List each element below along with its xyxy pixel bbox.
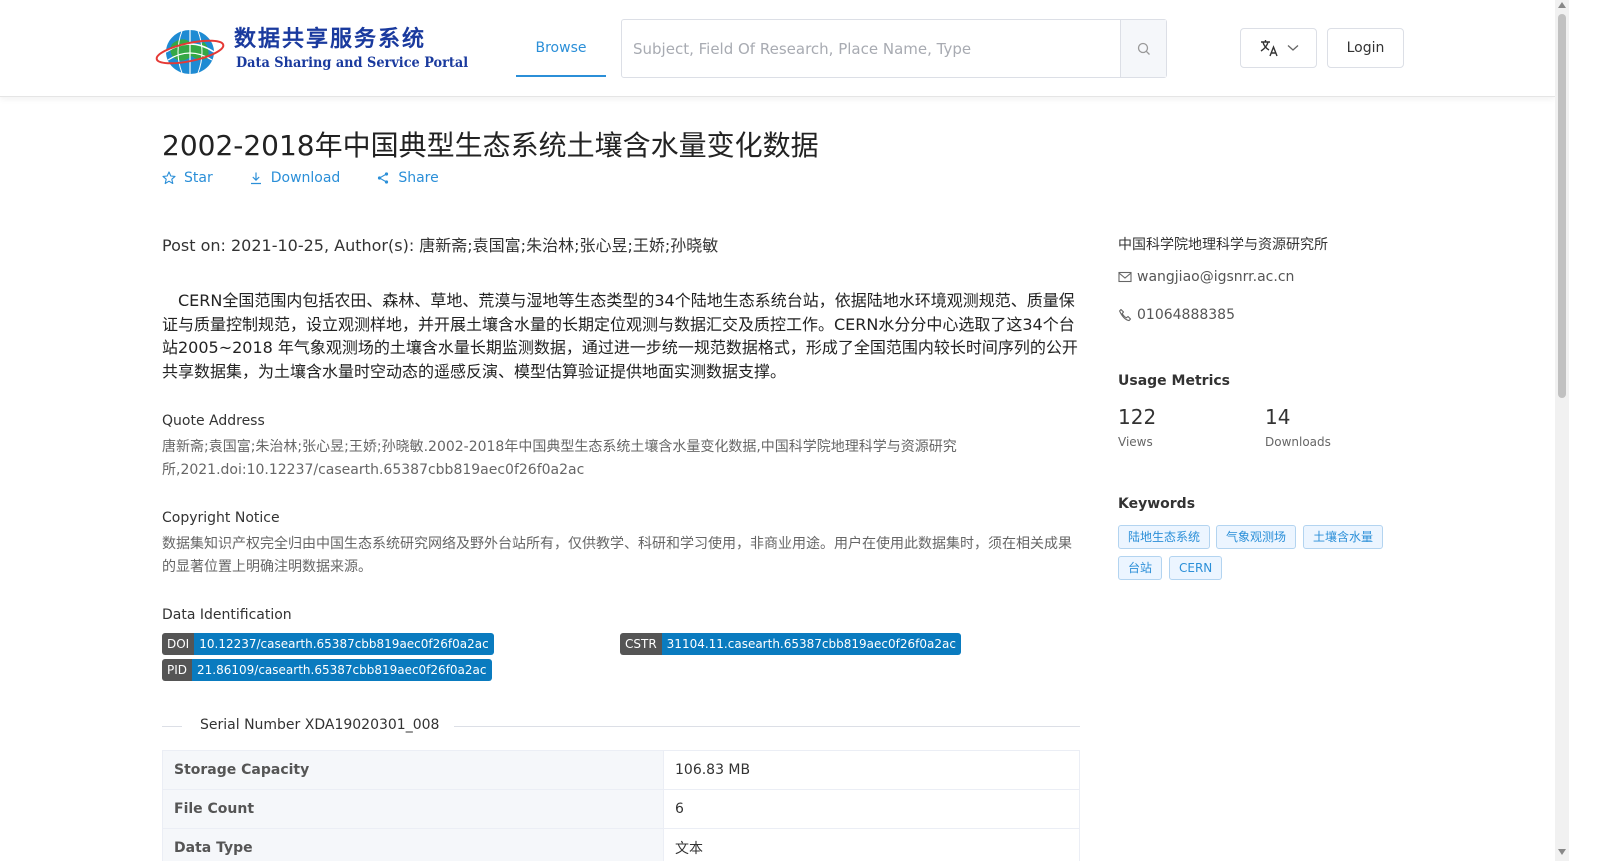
doi-key: DOI	[162, 633, 195, 655]
keyword-tag[interactable]: 陆地生态系统	[1118, 525, 1211, 549]
globe-logo-icon	[155, 30, 225, 74]
email-text: wangjiao@igsnrr.ac.cn	[1137, 269, 1295, 285]
site-logo[interactable]: 数据共享服务系统 Data Sharing and Service Portal	[152, 16, 468, 80]
table-row: Data Type 文本	[162, 828, 1080, 861]
doi-tag[interactable]: DOI 10.12237/casearth.65387cbb819aec0f26…	[162, 633, 494, 655]
downloads-label: Downloads	[1265, 435, 1331, 449]
scroll-up-arrow-icon[interactable]	[1558, 2, 1566, 8]
divider-line-left	[162, 726, 182, 727]
divider-line-right	[454, 726, 1080, 727]
share-button[interactable]: Share	[376, 170, 439, 186]
chevron-down-icon	[1287, 45, 1298, 51]
download-label: Download	[270, 170, 341, 186]
phone-icon	[1119, 308, 1132, 322]
table-row: File Count 6	[162, 789, 1080, 829]
usage-metrics-title: Usage Metrics	[1118, 373, 1230, 389]
star-label: Star	[184, 170, 213, 186]
doi-value: 10.12237/casearth.65387cbb819aec0f26f0a2…	[194, 633, 494, 655]
contact-phone: 01064888385	[1118, 307, 1235, 323]
mail-icon	[1118, 271, 1132, 283]
quote-text: 唐新斋;袁国富;朱治林;张心昱;王娇;孙晓敏.2002-2018年中国典型生态系…	[162, 439, 957, 478]
download-icon	[250, 172, 261, 185]
post-info: Post on: 2021-10-25, Author(s): 唐新斋;袁国富;…	[162, 236, 719, 255]
search-bar	[621, 19, 1167, 78]
nav-browse-tab[interactable]: Browse	[516, 20, 606, 77]
identifier-tags: DOI 10.12237/casearth.65387cbb819aec0f26…	[162, 633, 1080, 689]
star-button[interactable]: Star	[162, 170, 213, 186]
cstr-value: 31104.11.casearth.65387cbb819aec0f26f0a2…	[661, 633, 961, 655]
downloads-metric: 14 Downloads	[1265, 405, 1331, 449]
keyword-tag[interactable]: 台站	[1118, 556, 1163, 580]
table-key-cell: Data Type	[162, 828, 664, 861]
login-button[interactable]: Login	[1327, 28, 1404, 68]
quote-section: Quote Address 唐新斋;袁国富;朱治林;张心昱;王娇;孙晓敏.200…	[162, 413, 962, 482]
copyright-text: 数据集知识产权完全归由中国生态系统研究网络及野外台站所有，仅供教学、科研和学习使…	[162, 536, 1072, 575]
scrollbar-thumb[interactable]	[1558, 14, 1566, 398]
views-metric: 122 Views	[1118, 405, 1156, 449]
logo-english-title: Data Sharing and Service Portal	[236, 55, 469, 71]
table-key-cell: File Count	[162, 789, 664, 829]
scroll-down-arrow-icon[interactable]	[1558, 849, 1566, 855]
identification-section: Data Identification DOI 10.12237/caseart…	[162, 607, 1080, 689]
identification-title: Data Identification	[162, 607, 292, 623]
quote-title: Quote Address	[162, 413, 265, 429]
keywords-title: Keywords	[1118, 496, 1196, 512]
organization-name: 中国科学院地理科学与资源研究所	[1118, 237, 1328, 253]
language-switcher[interactable]	[1240, 28, 1317, 68]
downloads-count: 14	[1265, 405, 1291, 429]
views-label: Views	[1118, 435, 1153, 449]
dataset-title: 2002-2018年中国典型生态系统土壤含水量变化数据	[162, 129, 819, 162]
cstr-key: CSTR	[620, 633, 662, 655]
keyword-tag[interactable]: 土壤含水量	[1303, 525, 1384, 549]
download-button[interactable]: Download	[249, 170, 341, 186]
serial-number-divider: Serial Number XDA19020301_008	[162, 717, 1080, 734]
serial-number: Serial Number XDA19020301_008	[200, 717, 440, 733]
dataset-info-table: Storage Capacity 106.83 MB File Count 6 …	[162, 750, 1080, 861]
search-icon	[1137, 42, 1150, 55]
cstr-tag[interactable]: CSTR 31104.11.casearth.65387cbb819aec0f2…	[620, 633, 961, 655]
copyright-section: Copyright Notice 数据集知识产权完全归由中国生态系统研究网络及野…	[162, 510, 1080, 579]
views-count: 122	[1118, 405, 1157, 429]
share-label: Share	[398, 170, 439, 186]
star-icon	[162, 171, 176, 185]
translate-icon	[1260, 40, 1278, 57]
table-value-cell: 文本	[663, 828, 1080, 861]
page-scrollbar[interactable]	[1555, 0, 1569, 861]
table-row: Storage Capacity 106.83 MB	[162, 750, 1080, 790]
top-header: 数据共享服务系统 Data Sharing and Service Portal…	[0, 0, 1555, 97]
search-input[interactable]	[622, 20, 1120, 77]
phone-text: 01064888385	[1137, 307, 1235, 323]
copyright-title: Copyright Notice	[162, 510, 280, 526]
dataset-actions: Star Download Share	[162, 170, 475, 186]
logo-chinese-title: 数据共享服务系统	[234, 27, 427, 52]
keyword-tag[interactable]: CERN	[1169, 556, 1223, 580]
pid-key: PID	[162, 659, 193, 681]
search-button[interactable]	[1120, 20, 1166, 77]
table-value-cell: 6	[663, 789, 1080, 829]
keyword-tag[interactable]: 气象观测场	[1216, 525, 1297, 549]
table-key-cell: Storage Capacity	[162, 750, 664, 790]
dataset-abstract: CERN全国范围内包括农田、森林、草地、荒漠与湿地等生态类型的34个陆地生态系统…	[162, 291, 1078, 381]
pid-value: 21.86109/casearth.65387cbb819aec0f26f0a2…	[192, 659, 492, 681]
share-icon	[378, 172, 389, 184]
table-value-cell: 106.83 MB	[663, 750, 1080, 790]
contact-email[interactable]: wangjiao@igsnrr.ac.cn	[1118, 269, 1294, 285]
pid-tag[interactable]: PID 21.86109/casearth.65387cbb819aec0f26…	[162, 659, 492, 681]
dataset-details: Post on: 2021-10-25, Author(s): 唐新斋;袁国富;…	[162, 232, 1080, 861]
